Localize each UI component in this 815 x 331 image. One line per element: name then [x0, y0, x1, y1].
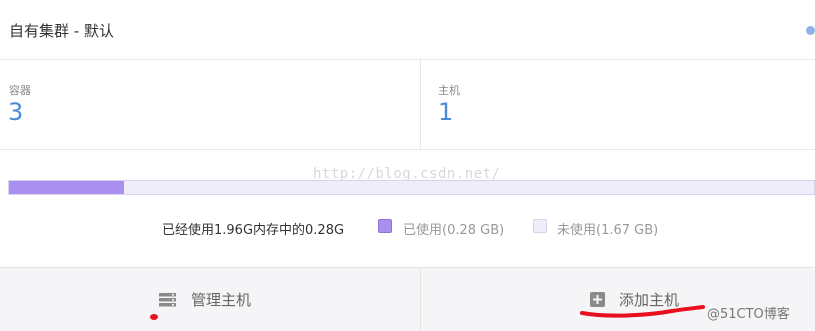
cluster-title: 自有集群 - 默认: [9, 22, 114, 40]
panel-footer: 管理主机 添加主机: [0, 267, 815, 331]
panel-header: 自有集群 - 默认: [0, 0, 815, 60]
memory-summary: 已经使用1.96G内存中的0.28G: [162, 223, 345, 238]
legend-free-label: 未使用(1.67 GB): [557, 223, 659, 238]
stats-row: 容器 3 主机 1: [0, 60, 815, 150]
memory-usage-bar-fill: [9, 181, 124, 194]
stat-containers-value: 3: [8, 98, 24, 126]
source-credit: @51CTO博客: [707, 307, 790, 322]
memory-usage-bar: [8, 180, 815, 195]
plus-square-icon: [590, 292, 605, 311]
server-list-icon: [159, 292, 176, 311]
stat-hosts-value: 1: [438, 98, 454, 126]
stat-hosts[interactable]: 主机 1: [421, 60, 815, 149]
cluster-panel: 自有集群 - 默认 容器 3 主机 1 http://blog.csdn.net…: [0, 0, 815, 331]
stat-hosts-label: 主机: [438, 84, 460, 97]
add-host-label: 添加主机: [619, 291, 680, 309]
legend-used-label: 已使用(0.28 GB): [403, 223, 505, 238]
stat-containers-label: 容器: [9, 84, 31, 97]
status-dot: [806, 26, 815, 35]
legend-free-swatch: [533, 219, 547, 233]
stat-containers[interactable]: 容器 3: [0, 60, 421, 149]
manage-hosts-button[interactable]: 管理主机: [0, 268, 421, 331]
manage-hosts-label: 管理主机: [191, 291, 252, 309]
legend-used-swatch: [378, 219, 392, 233]
